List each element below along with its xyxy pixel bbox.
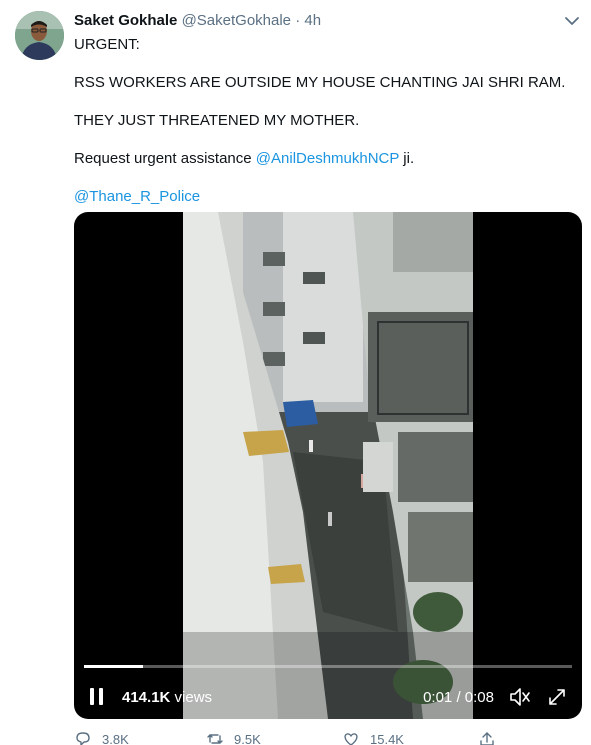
share-button[interactable] [478, 730, 496, 745]
like-button[interactable]: 15.4K [342, 730, 404, 745]
like-icon [344, 733, 358, 745]
retweet-button[interactable]: 9.5K [206, 730, 261, 745]
mention-link-anildeshmukhncp[interactable]: @AnilDeshmukhNCP [256, 150, 399, 167]
tweet-line-workers: RSS WORKERS ARE OUTSIDE MY HOUSE CHANTIN… [74, 74, 566, 91]
avatar-photo [15, 11, 64, 60]
tweet-header: Saket Gokhale @SaketGokhale · 4h [74, 12, 321, 29]
video-progress-bar[interactable] [84, 665, 572, 668]
share-icon [480, 732, 494, 745]
video-frame[interactable] [183, 212, 473, 719]
tweet-line-request: Request urgent assistance @AnilDeshmukhN… [74, 149, 574, 168]
author-handle[interactable]: @SaketGokhale [182, 12, 291, 29]
tweet-line-threatened: THEY JUST THREATENED MY MOTHER. [74, 112, 360, 129]
timestamp[interactable]: 4h [304, 12, 321, 29]
views-number: 414.1K [122, 689, 171, 706]
tweet-line-police: @Thane_R_Police [74, 187, 574, 206]
current-time: 0:01 [423, 689, 453, 706]
video-still [183, 212, 473, 719]
separator-dot: · [295, 12, 301, 29]
expand-icon[interactable] [546, 686, 568, 708]
mention-link-thane-r-police[interactable]: @Thane_R_Police [74, 188, 200, 205]
pause-icon[interactable] [90, 688, 104, 705]
reply-button[interactable]: 3.8K [74, 730, 129, 745]
video-player[interactable]: 414.1K views 0:01 / 0:08 [74, 212, 582, 719]
views-label: views [170, 689, 213, 706]
chevron-down-icon[interactable] [563, 14, 581, 28]
mute-icon[interactable] [508, 686, 532, 708]
tweet-actions: 3.8K 9.5K 15.4K [74, 730, 544, 745]
view-count: 414.1K views [122, 689, 212, 706]
video-progress-fill [84, 665, 143, 668]
tweet-text: URGENT: RSS WORKERS ARE OUTSIDE MY HOUSE… [74, 35, 574, 206]
reply-icon [76, 732, 90, 745]
retweet-icon [207, 734, 223, 744]
request-suffix: ji. [399, 150, 415, 167]
author-name[interactable]: Saket Gokhale [74, 12, 177, 29]
time-separator: / [452, 689, 465, 706]
reply-count: 3.8K [102, 731, 129, 745]
duration: 0:08 [464, 689, 494, 706]
like-count: 15.4K [370, 731, 404, 745]
tweet-line-urgent: URGENT: [74, 36, 140, 53]
retweet-count: 9.5K [234, 731, 261, 745]
video-time: 0:01 / 0:08 [423, 689, 494, 706]
avatar[interactable] [15, 11, 64, 60]
video-controls: 414.1K views 0:01 / 0:08 [74, 682, 582, 712]
request-text: Request urgent assistance [74, 150, 256, 167]
